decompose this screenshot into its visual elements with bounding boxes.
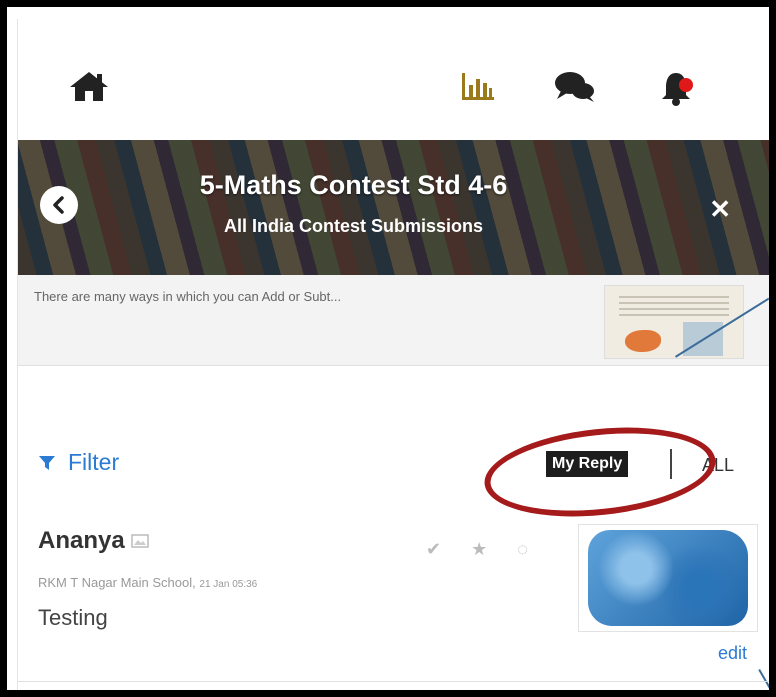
post-image-content bbox=[588, 530, 748, 626]
post-text: Testing bbox=[38, 605, 108, 630]
bell-icon[interactable] bbox=[658, 69, 696, 107]
filter-button[interactable]: Filter bbox=[38, 449, 119, 476]
image-icon bbox=[130, 534, 149, 548]
description-text: There are many ways in which you can Add… bbox=[34, 289, 342, 304]
post-image[interactable] bbox=[578, 524, 758, 632]
contest-banner: 5-Maths Contest Std 4-6 All India Contes… bbox=[18, 140, 769, 275]
author-name: Ananya bbox=[38, 527, 125, 554]
post-date: 21 Jan 05:36 bbox=[199, 579, 258, 590]
chat-icon[interactable] bbox=[553, 69, 597, 105]
annotation-circle bbox=[480, 417, 720, 527]
post-actions: ✔ ★ ◌ bbox=[426, 539, 528, 560]
divider bbox=[18, 681, 769, 682]
app-container: 5-Maths Contest Std 4-6 All India Contes… bbox=[17, 19, 769, 690]
filter-icon bbox=[39, 455, 55, 470]
banner-title: 5-Maths Contest Std 4-6 bbox=[199, 170, 508, 200]
annotation-pointer-line-edit bbox=[758, 669, 769, 690]
post-school: RKM T Nagar Main School, bbox=[38, 575, 196, 590]
banner-subtitle: All India Contest Submissions bbox=[223, 216, 484, 236]
screenshot-frame: 5-Maths Contest Std 4-6 All India Contes… bbox=[0, 0, 776, 697]
check-icon[interactable]: ✔ bbox=[426, 539, 441, 560]
comment-icon[interactable]: ◌ bbox=[517, 539, 528, 560]
bar-chart-icon[interactable] bbox=[458, 69, 496, 103]
close-icon[interactable]: ✕ bbox=[709, 194, 731, 225]
contest-description[interactable]: There are many ways in which you can Add… bbox=[18, 275, 769, 366]
post-meta: RKM T Nagar Main School, 21 Jan 05:36 bbox=[38, 575, 257, 590]
description-thumbnail[interactable] bbox=[604, 285, 744, 359]
thumbnail-orange-shape bbox=[625, 330, 661, 352]
top-nav bbox=[18, 19, 769, 139]
filter-label: Filter bbox=[68, 449, 120, 475]
thumbnail-text-lines bbox=[619, 296, 729, 320]
edit-link[interactable]: edit bbox=[718, 643, 747, 664]
post-author: Ananya bbox=[38, 527, 149, 555]
star-icon[interactable]: ★ bbox=[471, 539, 487, 560]
home-icon[interactable] bbox=[68, 69, 110, 103]
